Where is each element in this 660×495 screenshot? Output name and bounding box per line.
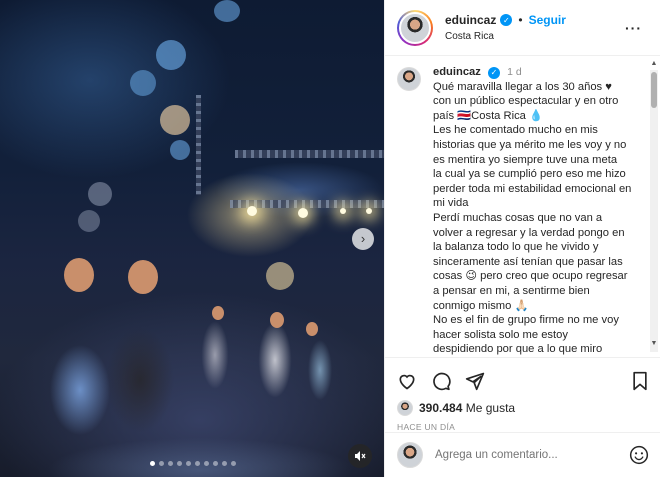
carousel-dot[interactable] <box>231 461 236 466</box>
stage-truss <box>235 150 384 158</box>
share-icon[interactable] <box>465 371 485 391</box>
post-media[interactable]: › <box>0 0 384 477</box>
likes-label: Me gusta <box>465 401 516 415</box>
story-ring[interactable] <box>397 9 433 46</box>
stage-light <box>298 208 308 218</box>
caption-line: con un público espectacular y en otro <box>433 95 619 108</box>
emoji-icon[interactable] <box>629 445 649 465</box>
caption-username[interactable]: eduincaz <box>433 66 481 78</box>
performer <box>270 312 284 328</box>
username-link[interactable]: eduincaz <box>445 13 496 27</box>
bokeh-light <box>88 182 112 206</box>
crowd-and-performers <box>0 300 384 477</box>
caption-text: eduincaz ✓ 1 d Qué maravilla llegar a lo… <box>433 65 649 355</box>
liker-avatar[interactable] <box>397 400 413 416</box>
caption-line: Perdí muchas cosas que no van a <box>433 211 603 224</box>
bokeh-light <box>214 0 240 22</box>
caption-line: la balanza todo lo que he vivido y <box>433 241 599 254</box>
caption-line: a pensar en mi, a sentirme bien <box>433 284 590 297</box>
page-bottom-edge <box>0 477 660 495</box>
caption-line: conmigo mismo 🙏🏻 <box>433 299 529 312</box>
mute-button[interactable] <box>348 444 372 468</box>
heart-icon[interactable] <box>397 371 417 391</box>
current-user-avatar[interactable] <box>397 442 423 468</box>
scrollbar-thumb[interactable] <box>651 72 657 108</box>
caption-line: historias que ya mérito me les voy y no <box>433 138 627 151</box>
caption-line: No es el fin de grupo firme no me voy <box>433 314 619 327</box>
performer <box>306 322 318 336</box>
scroll-up-arrow-icon[interactable]: ▲ <box>650 60 658 67</box>
carousel-dot[interactable] <box>159 461 164 466</box>
carousel-dot[interactable] <box>204 461 209 466</box>
carousel-dot[interactable] <box>168 461 173 466</box>
performer <box>128 260 158 294</box>
post-details-panel: eduincaz ✓ • Seguir Costa Rica ··· eduin… <box>384 0 660 477</box>
carousel-dot[interactable] <box>177 461 182 466</box>
bokeh-light <box>156 40 186 70</box>
post-actions: 390.484 Me gusta HACE UN DÍA <box>385 357 660 432</box>
stage-light <box>340 208 346 214</box>
stage-truss <box>196 95 201 195</box>
caption-line: Les he comentado mucho en mis <box>433 124 598 137</box>
caption-line: Qué maravilla llegar a los 30 años ♥ <box>433 80 612 93</box>
comment-icon[interactable] <box>431 371 451 391</box>
location-link[interactable]: Costa Rica <box>445 31 566 42</box>
likes-number: 390.484 <box>419 401 463 415</box>
post-header: eduincaz ✓ • Seguir Costa Rica ··· <box>385 0 660 56</box>
add-comment-bar <box>385 432 660 477</box>
likes-count[interactable]: 390.484 Me gusta <box>419 401 515 415</box>
bokeh-light <box>160 105 190 135</box>
follow-button[interactable]: Seguir <box>529 13 566 27</box>
caption-line: volver a regresar y la verdad pongo en <box>433 226 625 239</box>
avatar[interactable] <box>399 11 431 44</box>
carousel-dots <box>150 461 236 466</box>
caption-timestamp[interactable]: 1 d <box>507 66 522 78</box>
stage-light <box>366 208 372 214</box>
performer <box>212 306 224 320</box>
speaker-muted-icon <box>355 451 366 461</box>
bokeh-light <box>266 262 294 290</box>
bokeh-light <box>170 140 190 160</box>
carousel-dot[interactable] <box>186 461 191 466</box>
caption-line: sinceramente así tenían que pasar las <box>433 255 623 268</box>
bokeh-light <box>130 70 156 96</box>
performer <box>64 258 94 292</box>
caption-line: hacer solista solo me estoy <box>433 328 568 341</box>
bookmark-icon[interactable] <box>631 371 649 391</box>
scroll-down-arrow-icon[interactable]: ▼ <box>650 340 658 347</box>
more-options-icon[interactable]: ··· <box>625 20 642 36</box>
caption-section: eduincaz ✓ 1 d Qué maravilla llegar a lo… <box>385 57 660 355</box>
caption-line: país 🇨🇷Costa Rica 💧 <box>433 109 543 122</box>
caption-line: cosas 😉 pero creo que ocupo regresar <box>433 270 628 283</box>
verified-badge-icon: ✓ <box>500 14 513 26</box>
verified-badge-icon: ✓ <box>487 67 500 80</box>
caption-line: despidiendo por que a lo que miro <box>433 343 603 355</box>
carousel-dot[interactable] <box>222 461 227 466</box>
caption-line: perder toda mi estabilidad emocional en <box>433 182 632 195</box>
caption-line: la cual ya se cumplió pero eso me hizo <box>433 168 626 181</box>
comment-input[interactable] <box>435 449 629 461</box>
stage-light <box>247 206 257 216</box>
carousel-dot[interactable] <box>195 461 200 466</box>
carousel-next-button[interactable]: › <box>352 228 374 250</box>
carousel-dot[interactable] <box>150 461 155 466</box>
carousel-dot[interactable] <box>213 461 218 466</box>
separator-dot: • <box>518 13 523 27</box>
avatar[interactable] <box>397 67 421 91</box>
bokeh-light <box>78 210 100 232</box>
caption-line: es mentira yo siempre tuve una meta <box>433 153 618 166</box>
post-timestamp[interactable]: HACE UN DÍA <box>397 422 649 432</box>
caption-scrollbar[interactable] <box>650 70 658 352</box>
caption-line: mi vida <box>433 197 469 210</box>
